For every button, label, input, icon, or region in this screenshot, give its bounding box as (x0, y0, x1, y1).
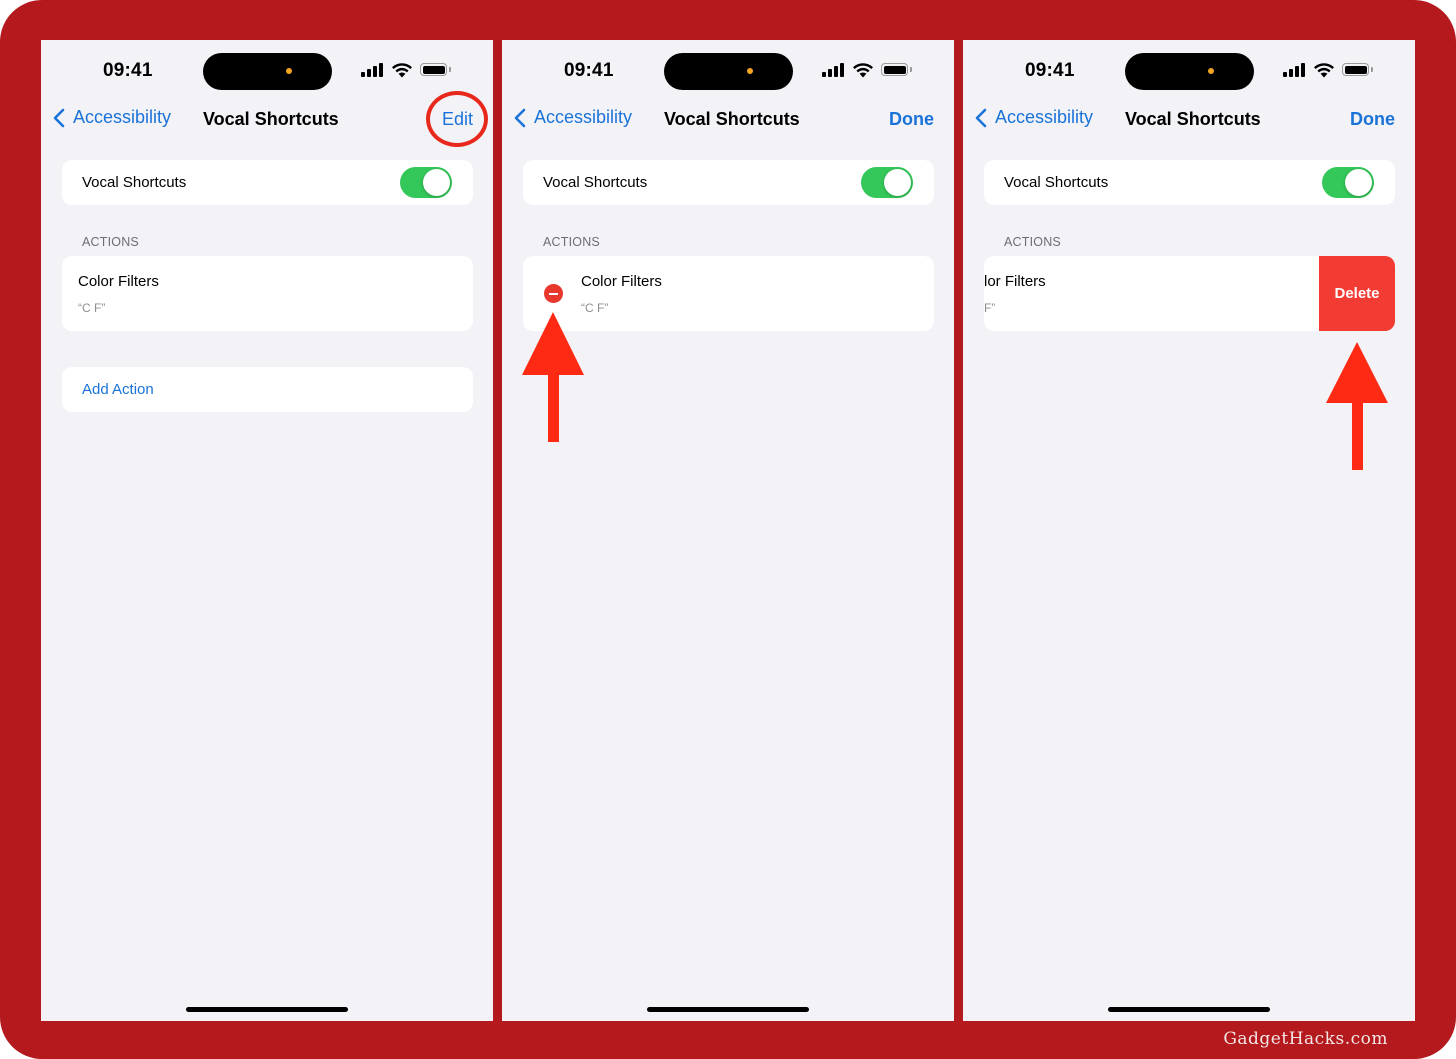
annotation-circle (426, 91, 488, 147)
cellular-signal-icon (361, 63, 385, 77)
status-time: 09:41 (1025, 60, 1075, 81)
annotation-arrow-up-icon (522, 312, 584, 442)
annotation-arrow-up-icon (1326, 342, 1388, 470)
vocal-shortcuts-toggle-row: Vocal Shortcuts (523, 160, 934, 205)
action-title: lor Filters (984, 273, 1046, 290)
status-icons (1283, 63, 1378, 79)
wifi-icon (1314, 63, 1334, 78)
dynamic-island (664, 53, 793, 90)
action-row-swiped[interactable]: lor Filters F” Delete (984, 256, 1395, 331)
delete-button[interactable]: Delete (1319, 256, 1395, 331)
done-button[interactable]: Done (1350, 109, 1395, 130)
page-title: Vocal Shortcuts (664, 109, 800, 129)
wifi-icon (853, 63, 873, 78)
action-title: Color Filters (581, 273, 662, 290)
chevron-left-icon (975, 108, 987, 127)
chevron-left-icon (53, 108, 65, 127)
status-icons (822, 63, 917, 79)
navigation-bar: Accessibility Vocal Shortcuts Done (963, 102, 1415, 138)
section-header-actions: ACTIONS (82, 235, 139, 249)
back-button[interactable]: Accessibility (975, 107, 1093, 128)
action-title: Color Filters (78, 273, 159, 290)
section-header-actions: ACTIONS (543, 235, 600, 249)
back-button[interactable]: Accessibility (514, 107, 632, 128)
vocal-shortcuts-toggle-row: Vocal Shortcuts (984, 160, 1395, 205)
status-time: 09:41 (103, 60, 153, 81)
toggle-label: Vocal Shortcuts (1004, 174, 1109, 191)
cellular-signal-icon (1283, 63, 1307, 77)
vocal-shortcuts-toggle-row: Vocal Shortcuts (62, 160, 473, 205)
section-header-actions: ACTIONS (1004, 235, 1061, 249)
vocal-shortcuts-switch[interactable] (861, 167, 913, 198)
done-button[interactable]: Done (889, 109, 934, 130)
phone-screen-2: 09:41 Accessibility Vocal Shortcuts Done… (502, 40, 954, 1021)
back-button[interactable]: Accessibility (53, 107, 171, 128)
add-action-button[interactable]: Add Action (62, 367, 473, 412)
toggle-label: Vocal Shortcuts (82, 174, 187, 191)
wifi-icon (392, 63, 412, 78)
privacy-indicator-dot (286, 68, 292, 74)
watermark: GadgetHacks.com (1223, 1029, 1388, 1049)
dynamic-island (203, 53, 332, 90)
navigation-bar: Accessibility Vocal Shortcuts Done (502, 102, 954, 138)
home-indicator (647, 1007, 809, 1012)
battery-cap (449, 67, 451, 72)
toggle-label: Vocal Shortcuts (543, 174, 648, 191)
battery-icon (420, 63, 447, 76)
action-row[interactable]: Color Filters “C F” (62, 256, 473, 331)
battery-icon (881, 63, 908, 76)
action-phrase: “C F” (78, 301, 106, 315)
privacy-indicator-dot (1208, 68, 1214, 74)
battery-cap (1371, 67, 1373, 72)
privacy-indicator-dot (747, 68, 753, 74)
status-time: 09:41 (564, 60, 614, 81)
chevron-left-icon (514, 108, 526, 127)
back-label: Accessibility (995, 107, 1094, 127)
back-label: Accessibility (73, 107, 172, 127)
phone-screen-3: 09:41 Accessibility Vocal Shortcuts Done… (963, 40, 1415, 1021)
add-action-label: Add Action (82, 381, 154, 398)
battery-cap (910, 67, 912, 72)
cellular-signal-icon (822, 63, 846, 77)
battery-icon (1342, 63, 1369, 76)
vocal-shortcuts-switch[interactable] (400, 167, 452, 198)
remove-minus-icon[interactable] (544, 284, 563, 303)
vocal-shortcuts-switch[interactable] (1322, 167, 1374, 198)
status-icons (361, 63, 456, 79)
action-phrase: F” (984, 301, 996, 315)
home-indicator (186, 1007, 348, 1012)
home-indicator (1108, 1007, 1270, 1012)
back-label: Accessibility (534, 107, 633, 127)
phone-screen-1: 09:41 Accessibility Vocal Shortcuts Edit… (41, 40, 493, 1021)
dynamic-island (1125, 53, 1254, 90)
page-title: Vocal Shortcuts (1125, 109, 1261, 129)
page-title: Vocal Shortcuts (203, 109, 339, 129)
